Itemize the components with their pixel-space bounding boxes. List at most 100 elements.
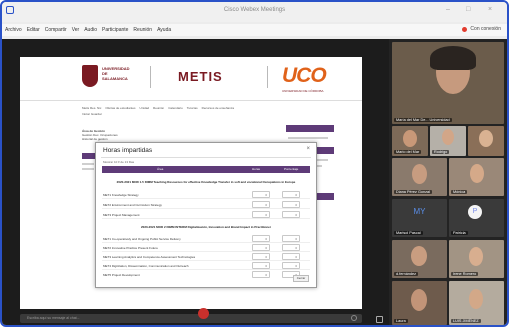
participant-tile-active[interactable]: María del Mar De... Universidad [392, 42, 504, 124]
nav-item[interactable]: Calendario [168, 106, 183, 110]
row-label: MET3 Learning Analytics and Competence A… [103, 255, 196, 259]
hours-input[interactable]: 0 [252, 201, 270, 208]
table-row: MET2 Innovative Practice Present Future … [102, 243, 310, 252]
left-panel-divider [82, 163, 94, 165]
percent-input[interactable]: 0 [282, 201, 300, 208]
close-button[interactable]: Cerrar [293, 275, 309, 282]
participant-tile[interactable]: Laura [392, 281, 447, 325]
nav-item[interactable]: Reunión [153, 106, 164, 110]
fullscreen-icon[interactable] [376, 316, 383, 323]
app-window: Cisco Webex Meetings – □ × Archivo Edita… [0, 0, 509, 327]
modal-close-icon[interactable]: × [306, 146, 310, 152]
chat-input[interactable]: Escriba aquí su mensaje al chat... [20, 314, 362, 323]
nav-item[interactable]: Metis Res. Nix [82, 106, 101, 110]
modal-page-size[interactable]: Mostrar 10 ▾ de 13 filas [103, 160, 134, 164]
hours-input[interactable]: 0 [252, 262, 270, 269]
participant-name: LUIS JIMÉNEZ [451, 319, 481, 323]
participant-tile[interactable]: Mario del Mar [392, 126, 428, 156]
uco-logo-sub: UNIVERSIDAD DE CÓRDOBA [282, 89, 324, 93]
emoji-icon[interactable] [351, 315, 357, 321]
table-row: MET2 Environment and Curriculum Strategy… [102, 200, 310, 209]
window-title: Cisco Webex Meetings [223, 7, 286, 13]
row-label: MET2 Innovative Practice Present Future [103, 246, 158, 250]
left-panel-tab[interactable] [82, 153, 96, 159]
participant-name: Mónica [451, 190, 468, 194]
percent-input[interactable]: 0 [282, 235, 300, 242]
table-row: MET5 Project Development 0 0 [102, 270, 310, 279]
maximize-icon[interactable]: □ [466, 6, 470, 14]
menu-editar[interactable]: Editar [27, 27, 40, 33]
row-label: MET1 Co-operatively and Ongoing Public S… [103, 237, 181, 241]
participant-name: María del Mar De... Universidad [394, 118, 452, 122]
table-row: MET4 Digitization, Dissemination, Commun… [102, 261, 310, 270]
connection-icon [462, 26, 468, 32]
percent-input[interactable]: 0 [282, 262, 300, 269]
shared-screen-stage: UNIVERSIDAD DE SALAMANCA METIS UCO UNIVE… [2, 39, 389, 325]
participant-video [469, 247, 483, 266]
site-banner: UNIVERSIDAD DE SALAMANCA METIS UCO UNIVE… [20, 57, 362, 101]
hours-input[interactable]: 0 [252, 235, 270, 242]
section-title: 2020-2021 MOD 2 DIMM INTERM Digitalizaci… [140, 225, 272, 229]
participant-name: Mario del Mar [394, 150, 422, 154]
left-panel-line[interactable]: Historial de gestión [82, 137, 137, 141]
hours-input[interactable]: 0 [252, 253, 270, 260]
participant-name: Irene Romero [451, 272, 479, 276]
shared-content: UNIVERSIDAD DE SALAMANCA METIS UCO UNIVE… [20, 57, 362, 309]
percent-input[interactable]: 0 [282, 211, 300, 218]
section-title: 2020-2021 MOD 1.5 DIMM Teaching Resource… [116, 180, 296, 184]
left-panel-divider [82, 168, 94, 170]
menu-reunion[interactable]: Reunión [133, 27, 152, 33]
participant-name: Marisol Pascal [394, 231, 423, 235]
minimize-icon[interactable]: – [446, 6, 450, 14]
nav-item[interactable]: Recursos de enseñanza [202, 106, 234, 110]
uco-logo: UCO [282, 64, 327, 87]
participant-tile[interactable]: MY Marisol Pascal [392, 199, 447, 237]
right-panel-header [286, 125, 334, 132]
table-header: Área Horas Porcentaje [102, 166, 310, 173]
table-row: MET1 Knowledge Strategy 0 0 [102, 190, 310, 199]
menu-audio[interactable]: Audio [84, 27, 97, 33]
row-label: MET4 Digitization, Dissemination, Commun… [103, 264, 189, 268]
participant-tile[interactable]: Irene Romero [449, 240, 504, 278]
menu-participante[interactable]: Participante [102, 27, 128, 33]
participant-name: Rodrigo [432, 150, 450, 154]
connection-status[interactable]: Con conexión [462, 26, 501, 32]
table-row: MET3 Project Management 0 0 [102, 210, 310, 219]
participant-tile[interactable]: d.fernández [392, 240, 447, 278]
close-icon[interactable]: × [488, 6, 492, 14]
hours-input[interactable]: 0 [252, 244, 270, 251]
metis-brand: METIS [178, 69, 223, 84]
participant-video [442, 129, 454, 145]
nav-item[interactable]: Unidad [140, 106, 150, 110]
left-panel: Área de Gestión Gestión Dec. Ocupaciones… [82, 129, 137, 141]
hours-input[interactable]: 0 [252, 211, 270, 218]
percent-input[interactable]: 0 [282, 191, 300, 198]
column-header: Área [157, 167, 164, 171]
table-row: MET1 Co-operatively and Ongoing Public S… [102, 234, 310, 243]
menu-ayuda[interactable]: Ayuda [157, 27, 171, 33]
participant-video [411, 246, 427, 266]
menu-ver[interactable]: Ver [72, 27, 80, 33]
nav-item[interactable]: Ofertas de estudiantes [105, 106, 135, 110]
hours-input[interactable]: 0 [252, 271, 270, 278]
percent-input[interactable]: 0 [282, 244, 300, 251]
participants-panel: María del Mar De... Universidad Mario de… [389, 39, 507, 325]
participant-tile[interactable]: Rodrigo [430, 126, 466, 156]
participant-video [470, 164, 484, 183]
row-label: MET1 Knowledge Strategy [103, 193, 139, 197]
connection-label: Con conexión [470, 26, 501, 32]
participant-tile[interactable]: P Patricia [449, 199, 504, 237]
percent-input[interactable]: 0 [282, 253, 300, 260]
participant-tile[interactable] [468, 126, 504, 156]
participant-tile[interactable]: Diana Pérez Gonzal [392, 158, 447, 196]
menu-archivo[interactable]: Archivo [5, 27, 22, 33]
hours-input[interactable]: 0 [252, 191, 270, 198]
participant-tile[interactable]: LUIS JIMÉNEZ [449, 281, 504, 325]
hours-modal: Horas impartidas × Mostrar 10 ▾ de 13 fi… [95, 142, 317, 288]
mute-icon[interactable] [198, 308, 209, 319]
participant-tile[interactable]: Mónica [449, 158, 504, 196]
participant-initials: MY [413, 207, 426, 216]
nav-item[interactable]: Tutorías [187, 106, 198, 110]
sub-nav[interactable]: Iniciar Guardar [82, 112, 102, 116]
menu-compartir[interactable]: Compartir [45, 27, 67, 33]
